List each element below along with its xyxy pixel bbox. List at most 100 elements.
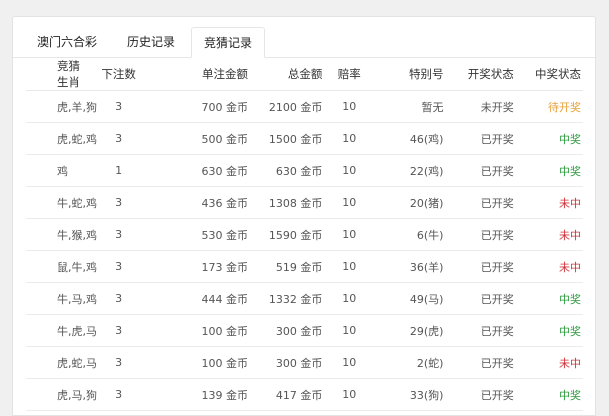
- cell-bet-count: 3: [88, 378, 150, 411]
- cell-draw-status: 已开奖: [445, 186, 516, 219]
- table-row: 虎,蛇,马 3 100 金币 300 金币 10 2(蛇) 已开奖 未中: [26, 346, 583, 379]
- cell-bet-count: 3: [88, 346, 150, 379]
- table-row: 鸡 1 630 金币 630 金币 10 22(鸡) 已开奖 中奖: [26, 154, 583, 187]
- cell-special-number: 46(鸡): [374, 122, 446, 155]
- header-unit-amount: 单注金额: [149, 58, 250, 91]
- cell-special-number: 49(马): [374, 282, 446, 315]
- cell-odds: 10: [324, 122, 375, 155]
- cell-zodiac: 牛,蛇,鸡: [26, 186, 97, 219]
- cell-odds: 10: [324, 186, 375, 219]
- cell-special-number: 29(虎): [374, 314, 446, 347]
- table-row: 虎,蛇,鸡 3 500 金币 1500 金币 10 46(鸡) 已开奖 中奖: [26, 122, 583, 155]
- cell-bet-count: 3: [88, 186, 150, 219]
- cell-zodiac: 牛,虎,马: [26, 314, 97, 347]
- header-win-status: 中奖状态: [515, 58, 583, 91]
- cell-zodiac: 虎,蛇,鸡: [26, 122, 97, 155]
- cell-unit-amount: 139 金币: [149, 378, 250, 411]
- cell-unit-amount: 173 金币: [149, 250, 250, 283]
- cell-total-amount: 417 金币: [250, 378, 325, 411]
- table-row: 鼠,牛,鸡 3 173 金币 519 金币 10 36(羊) 已开奖 未中: [26, 250, 583, 283]
- cell-draw-status: 已开奖: [445, 218, 516, 251]
- records-panel: 澳门六合彩 历史记录 竞猜记录 竞猜生肖 下注数 单注金额 总金额 赔率 特别号…: [12, 16, 596, 416]
- table-header-row: 竞猜生肖 下注数 单注金额 总金额 赔率 特别号 开奖状态 中奖状态: [26, 58, 583, 91]
- cell-zodiac: 牛,猴,鸡: [26, 218, 97, 251]
- cell-bet-count: 3: [88, 90, 150, 123]
- cell-special-number: 6(牛): [374, 218, 446, 251]
- cell-win-status: 未中: [515, 250, 583, 283]
- cell-unit-amount: 444 金币: [149, 282, 250, 315]
- cell-total-amount: 1590 金币: [250, 218, 325, 251]
- table-row: 虎,羊,狗 3 700 金币 2100 金币 10 暂无 未开奖 待开奖: [26, 90, 583, 123]
- cell-win-status: 未中: [515, 346, 583, 379]
- cell-unit-amount: 630 金币: [149, 154, 250, 187]
- tab-history[interactable]: 历史记录: [113, 27, 189, 57]
- tab-bar: 澳门六合彩 历史记录 竞猜记录: [13, 17, 595, 58]
- cell-total-amount: 300 金币: [250, 314, 325, 347]
- cell-unit-amount: 100 金币: [149, 314, 250, 347]
- cell-special-number: 22(鸡): [374, 154, 446, 187]
- cell-win-status: 中奖: [515, 378, 583, 411]
- cell-unit-amount: 700 金币: [149, 90, 250, 123]
- cell-odds: 10: [324, 250, 375, 283]
- cell-special-number: 36(羊): [374, 250, 446, 283]
- cell-special-number: 2(蛇): [374, 346, 446, 379]
- tab-guess-records[interactable]: 竞猜记录: [191, 27, 265, 58]
- cell-zodiac: 牛,马,鸡: [26, 282, 97, 315]
- table-row: 虎,马,狗 3 139 金币 417 金币 10 33(狗) 已开奖 中奖: [26, 378, 583, 411]
- cell-unit-amount: 530 金币: [149, 218, 250, 251]
- cell-bet-count: 3: [88, 250, 150, 283]
- cell-zodiac: 虎,马,狗: [26, 378, 97, 411]
- cell-total-amount: 300 金币: [250, 346, 325, 379]
- cell-win-status: 中奖: [515, 282, 583, 315]
- cell-unit-amount: 100 金币: [149, 346, 250, 379]
- cell-total-amount: 1500 金币: [250, 122, 325, 155]
- cell-bet-count: 3: [88, 282, 150, 315]
- header-total-amount: 总金额: [250, 58, 325, 91]
- cell-bet-count: 1: [88, 154, 150, 187]
- cell-unit-amount: 436 金币: [149, 186, 250, 219]
- cell-special-number: 33(狗): [374, 378, 446, 411]
- cell-win-status: 未中: [515, 218, 583, 251]
- cell-win-status: 中奖: [515, 314, 583, 347]
- cell-total-amount: 630 金币: [250, 154, 325, 187]
- header-special-number: 特别号: [374, 58, 446, 91]
- cell-draw-status: 已开奖: [445, 250, 516, 283]
- cell-special-number: 20(猪): [374, 186, 446, 219]
- cell-odds: 10: [324, 378, 375, 411]
- cell-draw-status: 已开奖: [445, 122, 516, 155]
- tab-macau-lottery[interactable]: 澳门六合彩: [23, 27, 111, 57]
- cell-win-status: 未中: [515, 186, 583, 219]
- cell-odds: 10: [324, 282, 375, 315]
- header-draw-status: 开奖状态: [445, 58, 516, 91]
- cell-draw-status: 已开奖: [445, 282, 516, 315]
- cell-unit-amount: 500 金币: [149, 122, 250, 155]
- cell-win-status: 中奖: [515, 122, 583, 155]
- header-odds: 赔率: [324, 58, 375, 91]
- cell-win-status: 中奖: [515, 154, 583, 187]
- header-bet-count: 下注数: [88, 58, 150, 91]
- cell-bet-count: 3: [88, 122, 150, 155]
- cell-zodiac: 虎,羊,狗: [26, 90, 97, 123]
- cell-draw-status: 已开奖: [445, 314, 516, 347]
- table-row: 牛,猴,鸡 3 530 金币 1590 金币 10 6(牛) 已开奖 未中: [26, 218, 583, 251]
- header-zodiac: 竞猜生肖: [26, 58, 89, 91]
- cell-odds: 10: [324, 346, 375, 379]
- cell-total-amount: 1332 金币: [250, 282, 325, 315]
- cell-win-status: 待开奖: [515, 90, 583, 123]
- cell-draw-status: 未开奖: [445, 90, 516, 123]
- cell-special-number: 暂无: [374, 90, 446, 123]
- cell-bet-count: 3: [88, 314, 150, 347]
- cell-total-amount: 2100 金币: [250, 90, 325, 123]
- table-row: 牛,蛇,鸡 3 436 金币 1308 金币 10 20(猪) 已开奖 未中: [26, 186, 583, 219]
- cell-draw-status: 已开奖: [445, 346, 516, 379]
- cell-zodiac: 鸡: [26, 154, 89, 187]
- cell-total-amount: 1308 金币: [250, 186, 325, 219]
- cell-draw-status: 已开奖: [445, 154, 516, 187]
- cell-odds: 10: [324, 314, 375, 347]
- cell-draw-status: 已开奖: [445, 378, 516, 411]
- cell-zodiac: 虎,蛇,马: [26, 346, 97, 379]
- cell-total-amount: 519 金币: [250, 250, 325, 283]
- cell-odds: 10: [324, 154, 375, 187]
- cell-odds: 10: [324, 218, 375, 251]
- cell-bet-count: 3: [88, 218, 150, 251]
